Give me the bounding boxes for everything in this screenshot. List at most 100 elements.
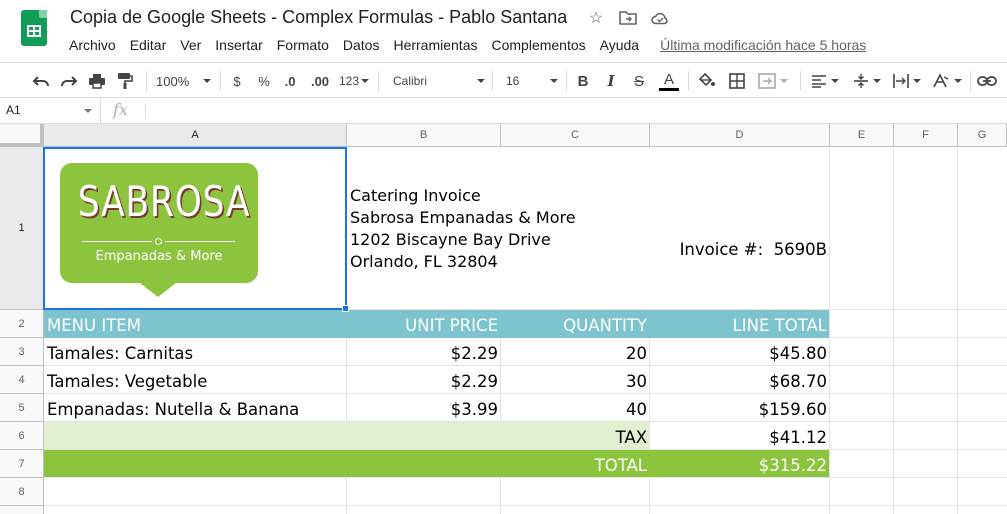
- toolbar-separator: [800, 71, 801, 91]
- grid-line: [500, 478, 501, 514]
- undo-icon[interactable]: [30, 69, 52, 93]
- menu-ver[interactable]: Ver: [173, 35, 208, 55]
- item-name-cell[interactable]: Tamales: Carnitas: [44, 338, 347, 366]
- chevron-down-icon: [203, 79, 212, 83]
- line-total-cell[interactable]: $45.80: [650, 338, 830, 366]
- increase-decimals-button[interactable]: .00: [308, 69, 332, 93]
- bold-button[interactable]: B: [574, 69, 592, 93]
- menu-archivo[interactable]: Archivo: [62, 35, 123, 55]
- line-total-cell[interactable]: $159.60: [650, 394, 830, 422]
- quantity-cell[interactable]: 40: [501, 394, 650, 422]
- row-header-7[interactable]: 7: [0, 450, 44, 478]
- header-quantity[interactable]: QUANTITY: [501, 310, 650, 338]
- row-header-1[interactable]: 1: [0, 147, 44, 310]
- unit-price-cell[interactable]: $2.29: [347, 338, 501, 366]
- redo-icon[interactable]: [58, 69, 80, 93]
- star-icon[interactable]: ☆: [586, 8, 606, 28]
- font-select[interactable]: Calibri: [393, 69, 485, 93]
- line-total-cell[interactable]: $68.70: [650, 366, 830, 394]
- invoice-number-cell[interactable]: Invoice #: 5690B: [650, 232, 830, 262]
- menu-complementos[interactable]: Complementos: [484, 35, 592, 55]
- item-name-cell[interactable]: Tamales: Vegetable: [44, 366, 347, 394]
- select-all-corner[interactable]: [0, 124, 44, 147]
- menu-insertar[interactable]: Insertar: [208, 35, 269, 55]
- menu-formato[interactable]: Formato: [270, 35, 336, 55]
- text-wrapping-icon[interactable]: [890, 69, 924, 93]
- horizontal-align-icon[interactable]: [808, 69, 842, 93]
- spreadsheet-grid: A B C D E F G 1 2 3 4 5 6 7 8 SABROSA Em…: [0, 124, 1007, 514]
- grid-line: [44, 505, 1007, 506]
- vertical-align-icon[interactable]: [850, 69, 884, 93]
- column-header-a[interactable]: A: [44, 124, 347, 147]
- menu-datos[interactable]: Datos: [336, 35, 387, 55]
- text-color-swatch: [659, 87, 679, 91]
- paint-format-icon[interactable]: [114, 69, 136, 93]
- last-edit-link[interactable]: Última modificación hace 5 horas: [646, 35, 866, 55]
- row-header-8[interactable]: 8: [0, 478, 44, 506]
- currency-format-button[interactable]: $: [228, 69, 246, 93]
- unit-price-cell[interactable]: $2.29: [347, 366, 501, 394]
- invoice-label: Invoice #:: [679, 240, 764, 259]
- row-header-4[interactable]: 4: [0, 366, 44, 394]
- row-header-6[interactable]: 6: [0, 422, 44, 450]
- column-header-c[interactable]: C: [501, 124, 650, 147]
- percent-format-button[interactable]: %: [255, 69, 273, 93]
- unit-price-cell[interactable]: $3.99: [347, 394, 501, 422]
- font-size-select[interactable]: 16: [506, 69, 558, 93]
- column-header-d[interactable]: D: [650, 124, 830, 147]
- move-folder-icon[interactable]: [618, 8, 638, 28]
- column-header-g[interactable]: G: [958, 124, 1007, 147]
- column-header-e[interactable]: E: [830, 124, 894, 147]
- print-icon[interactable]: [86, 69, 108, 93]
- cell-selection-a1[interactable]: [43, 147, 347, 310]
- sheets-logo-icon[interactable]: [21, 10, 47, 46]
- street-address-text: 1202 Biscayne Bay Drive: [350, 230, 551, 249]
- strikethrough-button[interactable]: S: [630, 69, 648, 93]
- fill-color-icon[interactable]: [696, 69, 718, 93]
- decrease-decimals-button[interactable]: .0: [280, 69, 300, 93]
- header-menu-item[interactable]: MENU ITEM: [44, 310, 347, 338]
- document-title[interactable]: Copia de Google Sheets - Complex Formula…: [70, 7, 567, 28]
- row-header-5[interactable]: 5: [0, 394, 44, 422]
- row-header-3[interactable]: 3: [0, 338, 44, 366]
- more-formats-button[interactable]: 123: [338, 69, 370, 93]
- header-unit-price[interactable]: UNIT PRICE: [347, 310, 501, 338]
- chevron-down-icon: [831, 79, 839, 83]
- fill-handle[interactable]: [342, 305, 349, 312]
- quantity-cell[interactable]: 20: [501, 338, 650, 366]
- menu-herramientas[interactable]: Herramientas: [386, 35, 484, 55]
- grid-line: [893, 147, 894, 514]
- menu-ayuda[interactable]: Ayuda: [593, 35, 646, 55]
- italic-button[interactable]: I: [602, 69, 620, 93]
- total-label-cell[interactable]: TOTAL: [501, 450, 650, 478]
- toolbar-separator: [566, 71, 567, 91]
- item-name-cell[interactable]: Empanadas: Nutella & Banana: [44, 394, 347, 422]
- column-header-b[interactable]: B: [347, 124, 501, 147]
- toolbar-separator: [688, 71, 689, 91]
- text-rotation-icon[interactable]: [930, 69, 964, 93]
- text-color-button[interactable]: A: [658, 69, 680, 93]
- insert-link-icon[interactable]: [976, 69, 998, 93]
- tax-label-cell[interactable]: TAX: [501, 422, 650, 450]
- total-value-cell[interactable]: $315.22: [650, 450, 830, 478]
- zoom-select[interactable]: 100%: [156, 69, 214, 93]
- header-line-total[interactable]: LINE TOTAL: [650, 310, 830, 338]
- formula-input[interactable]: [152, 98, 1007, 123]
- name-box[interactable]: A1: [0, 98, 101, 123]
- borders-icon[interactable]: [726, 69, 748, 93]
- merge-cells-icon[interactable]: [756, 69, 790, 93]
- zoom-value: 100%: [156, 73, 190, 89]
- toolbar-separator: [220, 71, 221, 91]
- toolbar-separator: [492, 71, 493, 91]
- chevron-down-icon: [361, 79, 370, 83]
- title-bar: Copia de Google Sheets - Complex Formula…: [0, 0, 1007, 62]
- grid-line: [346, 478, 347, 514]
- toolbar: 100% $ % .0 .00 123 Calibri 16 B I S A: [0, 62, 1007, 98]
- cloud-status-icon[interactable]: [650, 8, 670, 28]
- row-header-2[interactable]: 2: [0, 310, 44, 338]
- column-header-f[interactable]: F: [894, 124, 958, 147]
- menu-editar[interactable]: Editar: [123, 35, 174, 55]
- tax-value-cell[interactable]: $41.12: [650, 422, 830, 450]
- quantity-cell[interactable]: 30: [501, 366, 650, 394]
- row-header-9[interactable]: [0, 506, 44, 514]
